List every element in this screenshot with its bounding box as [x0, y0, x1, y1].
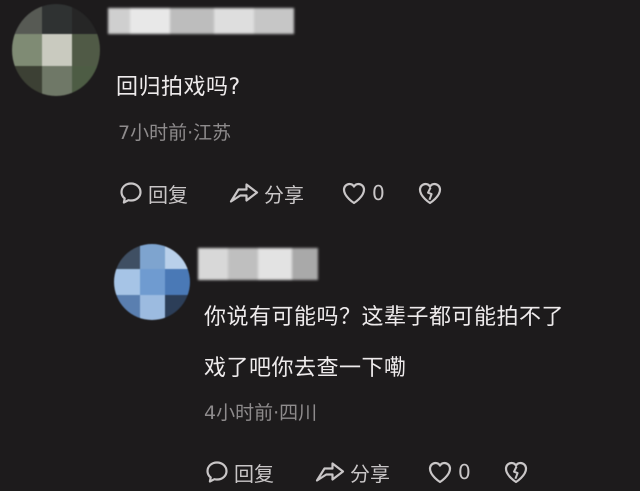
heart-icon — [428, 461, 452, 484]
share-label: 分享 — [264, 182, 304, 207]
like-button[interactable]: 0 — [426, 457, 471, 487]
like-count: 0 — [458, 460, 471, 484]
heart-icon — [342, 182, 366, 205]
comment-bubble-icon — [120, 182, 142, 204]
share-label: 分享 — [350, 461, 390, 486]
dislike-button[interactable] — [502, 457, 530, 487]
share-arrow-icon — [315, 462, 345, 482]
broken-heart-icon — [504, 461, 528, 484]
reply-button[interactable]: 回复 — [204, 457, 274, 487]
comment-actions: 回复 分享 0 — [204, 457, 544, 487]
like-button[interactable]: 0 — [340, 178, 385, 208]
comment-bubble-icon — [206, 461, 228, 483]
comment-meta: 7小时前·江苏 — [118, 122, 232, 144]
username[interactable] — [198, 248, 318, 280]
comment-text-line: 你说有可能吗？这辈子都可能拍不了 — [204, 305, 565, 330]
comment-text-line: 戏了吧你去查一下嘞 — [204, 356, 407, 381]
like-count: 0 — [372, 181, 385, 205]
dislike-button[interactable] — [416, 178, 444, 208]
avatar[interactable] — [114, 244, 190, 320]
comment-text: 回归拍戏吗? — [116, 75, 241, 100]
share-button[interactable]: 分享 — [314, 457, 390, 487]
share-arrow-icon — [229, 183, 259, 203]
reply-label: 回复 — [148, 182, 188, 207]
reply-button[interactable]: 回复 — [118, 178, 188, 208]
reply-label: 回复 — [234, 461, 274, 486]
broken-heart-icon — [418, 182, 442, 205]
avatar[interactable] — [12, 4, 100, 96]
comment-actions: 回复 分享 0 — [118, 178, 458, 208]
username[interactable] — [108, 8, 294, 34]
comment-meta: 4小时前·四川 — [204, 402, 318, 424]
share-button[interactable]: 分享 — [228, 178, 304, 208]
